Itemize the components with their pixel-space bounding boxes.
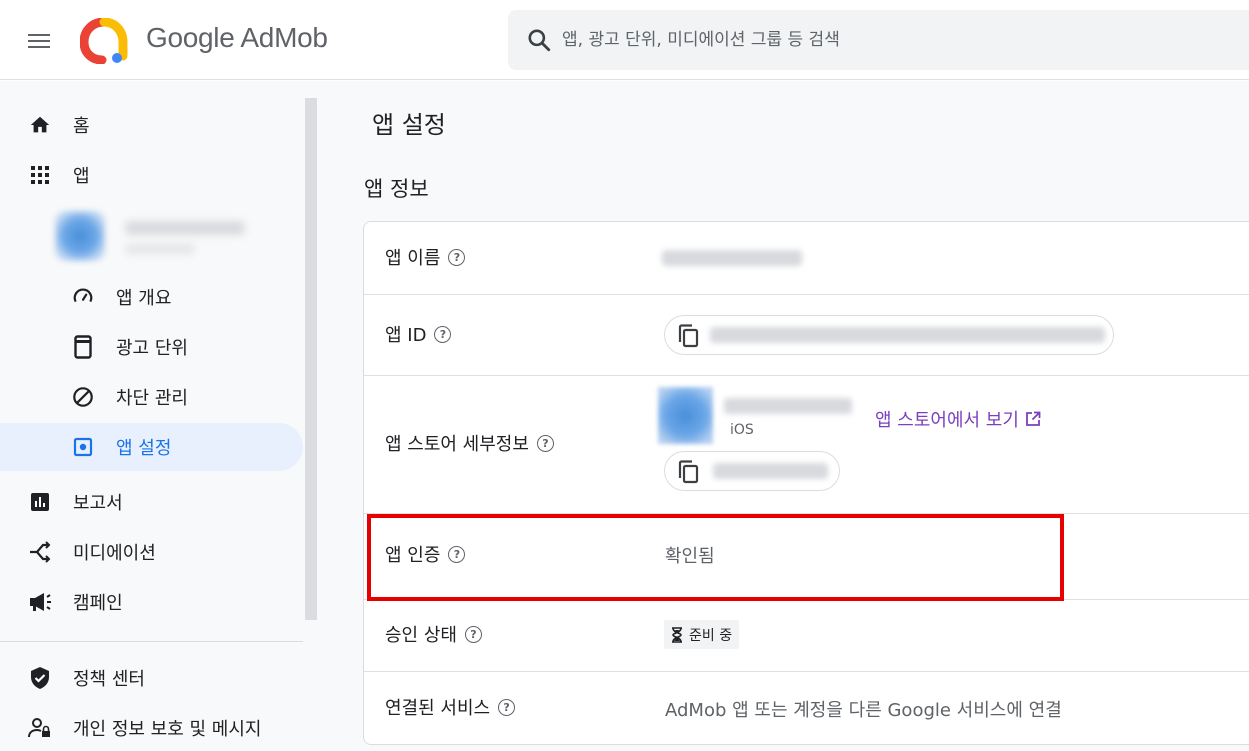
apps-grid-icon (28, 163, 52, 187)
row-label: 앱 이름 ? (385, 244, 466, 270)
sidebar-item-campaigns[interactable]: 캠페인 (0, 578, 303, 626)
app-sub-blurred (125, 244, 195, 254)
brand-name[interactable]: Google AdMob (146, 22, 328, 54)
app-info-card: 앱 이름 ? 앱 ID ? 앱 스토어 세부정보 ? iOS 앱 스토어에서 보… (363, 221, 1249, 745)
block-icon (71, 385, 95, 409)
sidebar-item-label: 앱 (73, 166, 90, 187)
sidebar-item-policy-center[interactable]: 정책 센터 (0, 654, 303, 702)
store-id-value-blurred (713, 463, 828, 479)
sidebar-item-mediation[interactable]: 미디에이션 (0, 528, 303, 576)
copy-icon[interactable] (677, 460, 699, 484)
sidebar-divider (0, 641, 303, 642)
sidebar-item-label: 캠페인 (73, 593, 123, 614)
sidebar-item-privacy-messaging[interactable]: 개인 정보 보호 및 메시지 (0, 704, 303, 751)
settings-icon (71, 435, 95, 459)
approval-status-text: 준비 중 (689, 627, 733, 644)
view-in-app-store-link[interactable]: 앱 스토어에서 보기 (875, 406, 1041, 432)
sidebar-item-app-settings[interactable]: 앱 설정 (0, 423, 303, 471)
search-icon[interactable] (526, 27, 552, 53)
menu-icon[interactable] (24, 26, 54, 56)
row-app-name: 앱 이름 ? (364, 222, 1249, 295)
sidebar-item-apps[interactable]: 앱 (0, 151, 303, 199)
sidebar-item-label: 앱 개요 (116, 288, 172, 309)
sidebar-item-reports[interactable]: 보고서 (0, 478, 303, 526)
row-label: 앱 스토어 세부정보 ? (385, 430, 554, 456)
report-icon (28, 490, 52, 514)
speedometer-icon (71, 285, 95, 309)
mediation-icon (28, 540, 52, 564)
sidebar-item-label: 미디에이션 (73, 543, 156, 564)
sidebar-item-label: 광고 단위 (116, 338, 188, 359)
page-title: 앱 설정 (372, 111, 446, 139)
store-id-field[interactable] (664, 451, 840, 491)
label-text: 앱 ID (385, 325, 427, 346)
platform-label: iOS (730, 422, 754, 438)
row-approval-status: 승인 상태 ? 준비 중 (364, 600, 1249, 672)
approval-status-badge: 준비 중 (664, 620, 740, 649)
label-text: 앱 스토어 세부정보 (385, 434, 529, 455)
row-linked-services: 연결된 서비스 ? AdMob 앱 또는 계정을 다른 Google 서비스에 … (364, 672, 1249, 745)
sidebar-item-blocking[interactable]: 차단 관리 (0, 373, 303, 421)
linked-services-value: AdMob 앱 또는 계정을 다른 Google 서비스에 연결 (665, 700, 1062, 721)
campaign-icon (28, 590, 52, 614)
sidebar-scrollbar[interactable] (305, 98, 317, 620)
row-label: 앱 ID ? (385, 321, 452, 347)
app-id-value-blurred (710, 327, 1105, 343)
help-icon[interactable]: ? (464, 625, 482, 643)
store-app-name-blurred (724, 398, 852, 414)
label-text: 연결된 서비스 (385, 698, 491, 719)
store-link-text: 앱 스토어에서 보기 (875, 410, 1019, 431)
row-app-id: 앱 ID ? (364, 295, 1249, 376)
section-title: 앱 정보 (364, 177, 429, 201)
sidebar: 홈 앱 앱 개요 광고 단위 차단 관리 앱 설정 보고서 미디에이션 캠페인 … (0, 81, 320, 751)
sidebar-item-ad-units[interactable]: 광고 단위 (0, 323, 303, 371)
app-id-field[interactable] (664, 315, 1114, 355)
label-text: 앱 이름 (385, 248, 441, 269)
app-name-value-blurred (662, 250, 802, 266)
highlight-box (367, 514, 1064, 601)
ad-unit-icon (71, 335, 95, 359)
sidebar-item-label: 정책 센터 (73, 669, 145, 690)
row-label: 연결된 서비스 ? (385, 694, 516, 720)
top-app-bar: Google AdMob (0, 0, 1249, 80)
main-content: 앱 설정 앱 정보 앱 이름 ? 앱 ID ? 앱 스토어 세부정보 ? iOS… (320, 81, 1249, 751)
help-icon[interactable]: ? (434, 325, 452, 343)
admob-logo[interactable] (80, 18, 128, 64)
sidebar-item-app-overview[interactable]: 앱 개요 (0, 273, 303, 321)
sidebar-item-label: 차단 관리 (116, 388, 188, 409)
sidebar-item-home[interactable]: 홈 (0, 101, 303, 149)
label-text: 승인 상태 (385, 625, 457, 646)
sidebar-item-label: 보고서 (73, 493, 123, 514)
help-icon[interactable]: ? (498, 698, 516, 716)
sidebar-item-label: 개인 정보 보호 및 메시지 (73, 719, 262, 740)
privacy-icon (28, 716, 52, 740)
help-icon[interactable]: ? (536, 434, 554, 452)
sidebar-item-label: 홈 (73, 116, 90, 137)
store-app-icon-blurred (658, 387, 713, 444)
row-label: 승인 상태 ? (385, 621, 482, 647)
row-store-details: 앱 스토어 세부정보 ? iOS 앱 스토어에서 보기 (364, 376, 1249, 514)
shield-icon (28, 666, 52, 690)
app-name-blurred (125, 221, 245, 235)
search-bar[interactable] (508, 10, 1249, 70)
copy-icon[interactable] (677, 324, 699, 348)
open-in-new-icon (1026, 411, 1041, 426)
hourglass-icon (672, 626, 682, 643)
app-thumbnail-blurred[interactable] (55, 211, 105, 261)
sidebar-item-label: 앱 설정 (116, 438, 172, 459)
home-icon (28, 113, 52, 137)
search-input[interactable] (562, 10, 1242, 70)
help-icon[interactable]: ? (448, 248, 466, 266)
